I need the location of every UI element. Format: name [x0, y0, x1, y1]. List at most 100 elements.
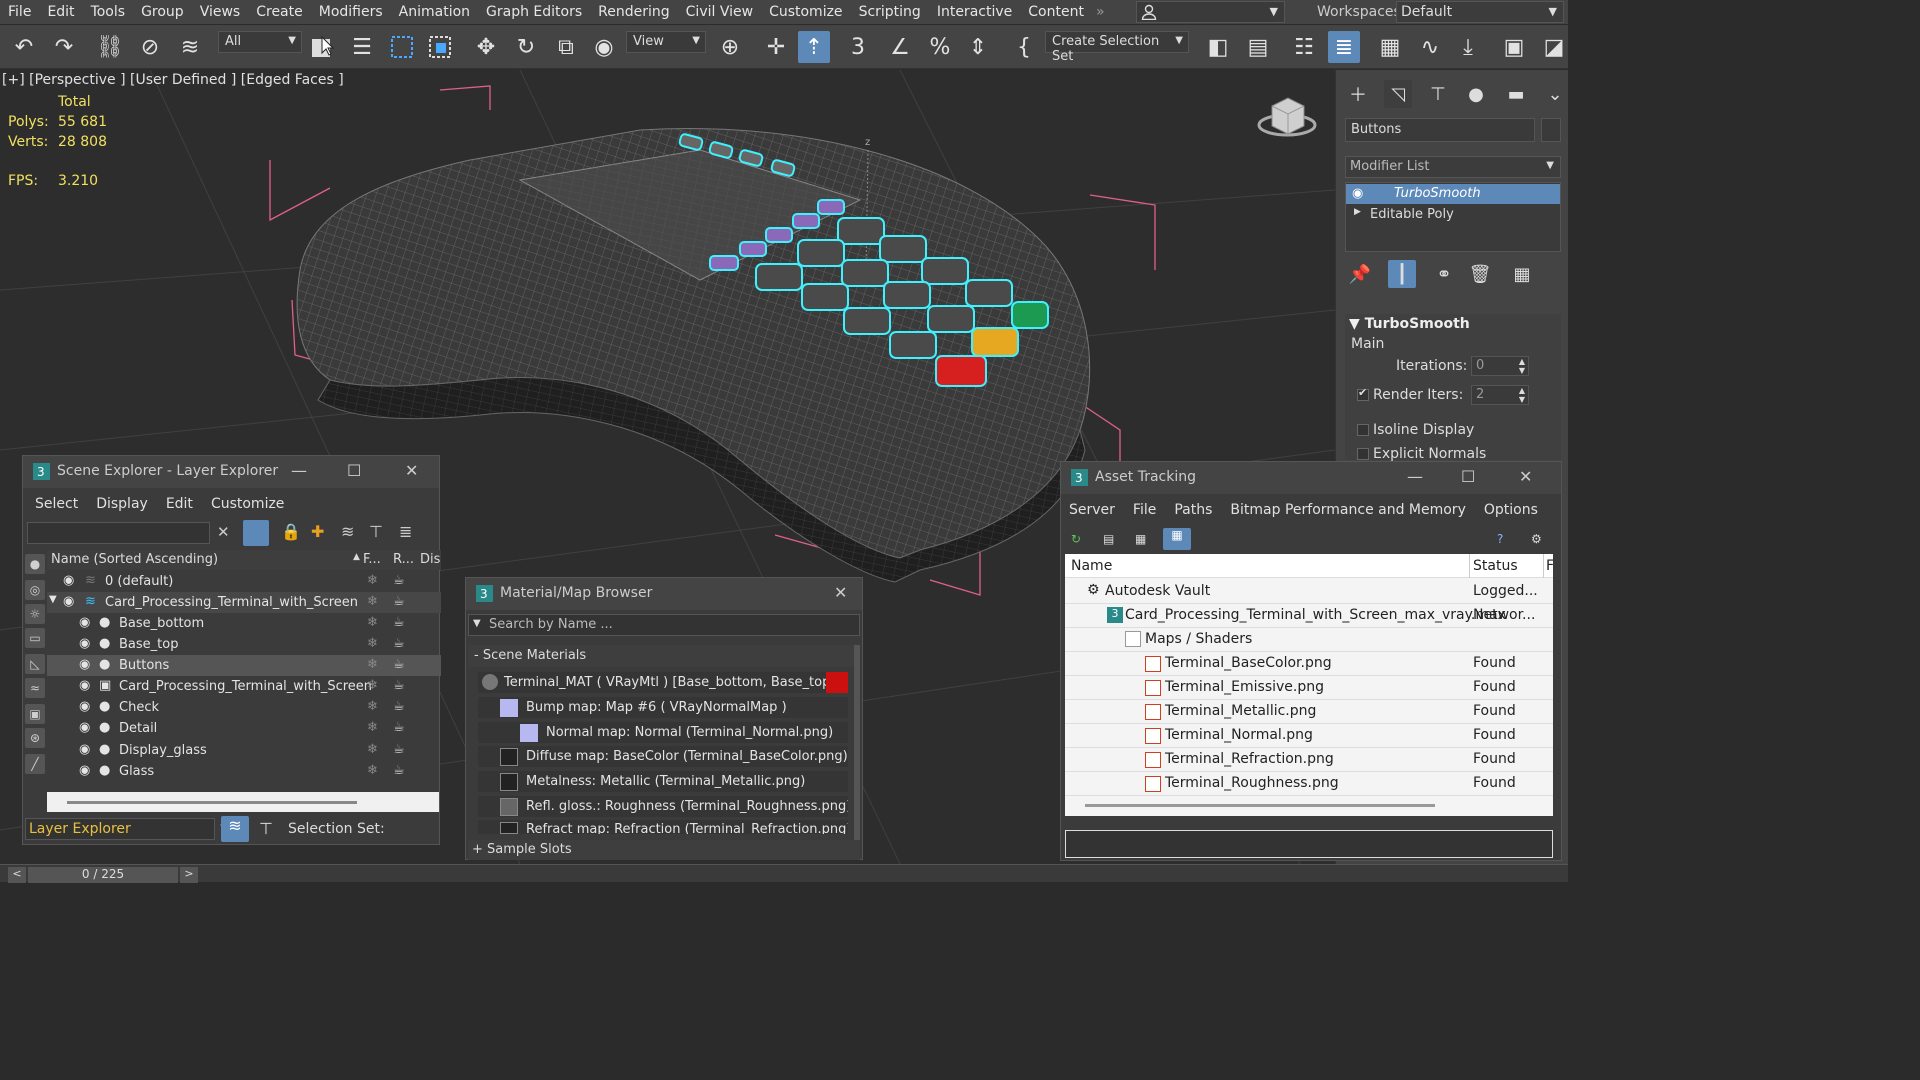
- hierarchy-icon[interactable]: ⊤: [369, 522, 383, 541]
- time-frame-indicator[interactable]: 0 / 225: [28, 867, 178, 883]
- select-object-icon[interactable]: [306, 31, 338, 63]
- display-bones-icon[interactable]: ╱: [25, 754, 45, 774]
- object-color-swatch[interactable]: [1541, 118, 1561, 142]
- render-icon[interactable]: ☕: [393, 742, 405, 757]
- sample-slots-header[interactable]: + Sample Slots: [468, 840, 860, 860]
- render-icon[interactable]: ☕: [393, 763, 405, 778]
- asset-row[interactable]: Maps / Shaders: [1065, 629, 1553, 652]
- visibility-eye-icon[interactable]: ◉: [79, 615, 90, 630]
- render-setup-icon[interactable]: ◪: [1538, 31, 1570, 63]
- eye-icon[interactable]: ◉: [1352, 186, 1363, 201]
- scene-explorer-titlebar[interactable]: 3 Scene Explorer - Layer Explorer — ☐ ✕: [23, 456, 439, 488]
- add-layer-icon[interactable]: ✚: [311, 522, 324, 541]
- render-icon[interactable]: ☕: [393, 573, 405, 588]
- selection-filter-dropdown[interactable]: All ▼: [218, 31, 302, 53]
- object-row-selected[interactable]: ◉ ● Buttons ❄ ☕: [47, 655, 441, 676]
- unlink-icon[interactable]: ⊘: [134, 31, 166, 63]
- close-icon[interactable]: ✕: [1519, 467, 1532, 486]
- table-view-icon[interactable]: ▦: [1163, 528, 1191, 550]
- display-xrefs-icon[interactable]: ⊛: [25, 728, 45, 748]
- move-icon[interactable]: ✥: [470, 31, 502, 63]
- time-prev-button[interactable]: <: [8, 867, 26, 883]
- explorer-search-input[interactable]: [27, 522, 210, 544]
- scene-materials-header[interactable]: - Scene Materials: [468, 645, 856, 667]
- visibility-eye-icon[interactable]: ◉: [63, 573, 74, 588]
- column-extra-header[interactable]: F: [1546, 558, 1554, 574]
- menu-interactive[interactable]: Interactive: [929, 4, 1020, 20]
- menu-server[interactable]: Server: [1063, 502, 1121, 518]
- menu-civil-view[interactable]: Civil View: [678, 4, 761, 20]
- render-icon[interactable]: ☕: [393, 594, 405, 609]
- menu-customize[interactable]: Customize: [205, 496, 291, 512]
- visibility-eye-icon[interactable]: ◉: [63, 594, 74, 609]
- stack-item-editable-poly[interactable]: ▶ Editable Poly: [1346, 205, 1560, 225]
- close-icon[interactable]: ✕: [834, 583, 847, 602]
- column-status-header[interactable]: Status: [1473, 558, 1518, 574]
- explorer-type-dropdown[interactable]: Layer Explorer ▼: [25, 818, 228, 840]
- render-icon[interactable]: ☕: [393, 720, 405, 735]
- menu-content[interactable]: Content: [1020, 4, 1092, 20]
- freeze-icon[interactable]: ❄: [367, 763, 378, 778]
- settings-icon[interactable]: ⚙: [1531, 532, 1542, 546]
- horizontal-scrollbar[interactable]: [1085, 804, 1435, 807]
- filter-icon[interactable]: [243, 520, 269, 546]
- minimize-icon[interactable]: —: [1407, 467, 1423, 486]
- angle-snap-icon[interactable]: ∠: [884, 31, 916, 63]
- percent-snap-icon[interactable]: %: [924, 31, 956, 63]
- render-icon[interactable]: ☕: [393, 678, 405, 693]
- asset-path-field[interactable]: [1065, 830, 1553, 858]
- make-unique-icon[interactable]: ⚭: [1430, 260, 1458, 288]
- align-icon[interactable]: ▤: [1242, 31, 1274, 63]
- scale-icon[interactable]: ⧉: [550, 31, 582, 63]
- display-helpers-icon[interactable]: ◺: [25, 654, 45, 674]
- isoline-checkbox[interactable]: [1357, 424, 1369, 436]
- pivot-center-icon[interactable]: ⊕: [714, 31, 746, 63]
- stack-item-turbosmooth[interactable]: ◉ TurboSmooth: [1346, 184, 1560, 204]
- asset-row[interactable]: Terminal_Refraction.png Found: [1065, 749, 1553, 772]
- map-row[interactable]: Metalness: Metallic (Terminal_Metallic.p…: [478, 771, 848, 792]
- hierarchy-toggle-icon[interactable]: ⊤: [259, 819, 273, 838]
- spinner-arrows-icon[interactable]: ▲ ▼: [1519, 357, 1525, 375]
- link-icon[interactable]: ⛓: [94, 31, 126, 63]
- show-end-result-icon[interactable]: ┃: [1388, 260, 1416, 288]
- object-row[interactable]: ◉ ● Glass ❄ ☕: [47, 761, 441, 782]
- menu-modifiers[interactable]: Modifiers: [311, 4, 391, 20]
- keyboard-shortcut-override-icon[interactable]: ⇡: [798, 31, 830, 63]
- asset-row[interactable]: Terminal_Roughness.png Found: [1065, 773, 1553, 796]
- visibility-eye-icon[interactable]: ◉: [79, 678, 90, 693]
- column-divider[interactable]: [1469, 554, 1470, 578]
- asset-row[interactable]: 3 Card_Processing_Terminal_with_Screen_m…: [1065, 605, 1553, 628]
- rect-selection-icon[interactable]: [386, 31, 418, 63]
- minimize-icon[interactable]: —: [291, 461, 307, 480]
- column-divider[interactable]: [1543, 554, 1544, 578]
- reference-coord-dropdown[interactable]: View ▼: [626, 31, 706, 53]
- expand-arrow-icon[interactable]: ▼: [49, 594, 57, 605]
- layer-explorer-icon[interactable]: ≣: [1328, 31, 1360, 63]
- maximize-icon[interactable]: ☐: [347, 461, 361, 480]
- display-cameras-icon[interactable]: ▭: [25, 628, 45, 648]
- menu-overflow-icon[interactable]: »: [1092, 4, 1109, 20]
- menu-group[interactable]: Group: [133, 4, 192, 20]
- scene-explorer-icon[interactable]: ☷: [1288, 31, 1320, 63]
- refresh-icon[interactable]: ↻: [1071, 532, 1081, 546]
- menu-rendering[interactable]: Rendering: [590, 4, 678, 20]
- bind-space-warp-icon[interactable]: ≋: [174, 31, 206, 63]
- menu-file[interactable]: File: [1127, 502, 1162, 518]
- layer-row[interactable]: ◉ ≋ 0 (default) ❄ ☕: [47, 571, 441, 592]
- expand-arrow-icon[interactable]: ▶: [1354, 207, 1361, 217]
- select-by-name-icon[interactable]: ☰: [346, 31, 378, 63]
- column-name-header[interactable]: Name: [1071, 558, 1112, 574]
- freeze-icon[interactable]: ❄: [367, 636, 378, 651]
- menu-views[interactable]: Views: [192, 4, 249, 20]
- close-icon[interactable]: ✕: [405, 461, 418, 480]
- explicit-normals-checkbox[interactable]: [1357, 448, 1369, 460]
- display-spacewarps-icon[interactable]: ≈: [25, 678, 45, 698]
- map-row[interactable]: Bump map: Map #6 ( VRayNormalMap ): [478, 697, 848, 718]
- menu-edit[interactable]: Edit: [160, 496, 199, 512]
- menu-display[interactable]: Display: [90, 496, 154, 512]
- freeze-icon[interactable]: ❄: [367, 678, 378, 693]
- menu-file[interactable]: File: [0, 4, 39, 20]
- iterations-spinner[interactable]: 0 ▲ ▼: [1471, 356, 1529, 376]
- ribbon-icon[interactable]: ▦: [1374, 31, 1406, 63]
- map-row[interactable]: Refl. gloss.: Roughness (Terminal_Roughn…: [478, 796, 848, 817]
